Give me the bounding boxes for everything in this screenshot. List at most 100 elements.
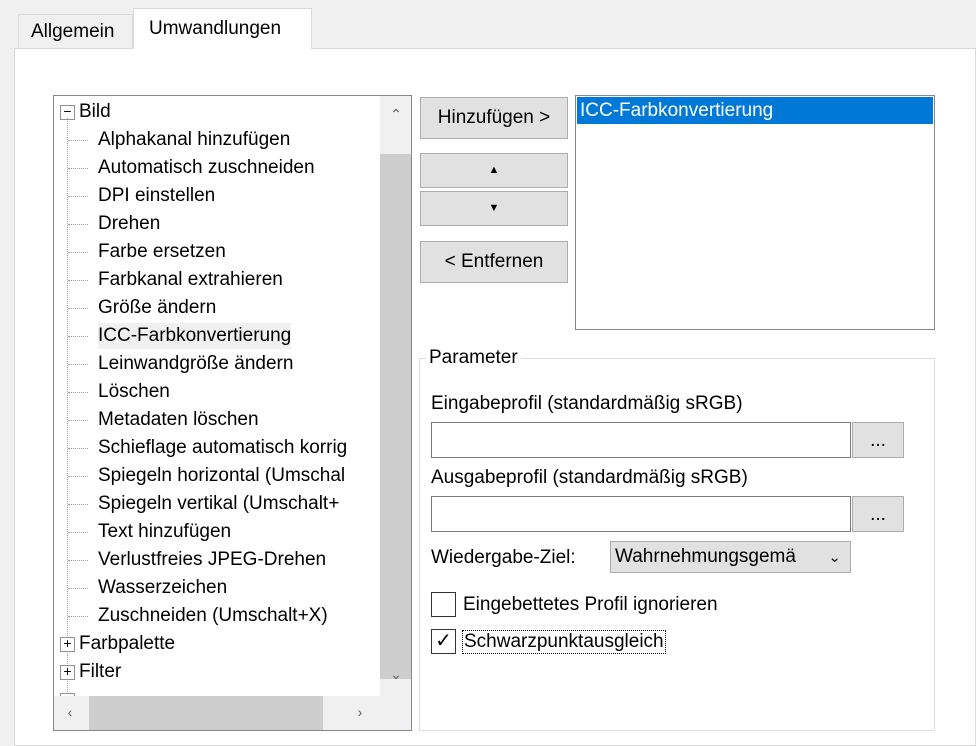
add-button[interactable]: Hinzufügen > <box>420 97 568 139</box>
tree-node-child[interactable]: Text hinzufügen <box>54 519 380 545</box>
tree-node-child[interactable]: Automatisch zuschneiden <box>54 155 380 181</box>
scroll-right-icon[interactable]: › <box>350 704 370 720</box>
tree-node-label: Automatisch zuschneiden <box>98 157 315 178</box>
scroll-left-icon[interactable]: ‹ <box>60 704 80 720</box>
tree-node-child[interactable]: Verlustfreies JPEG-Drehen <box>54 547 380 573</box>
tree-node-child[interactable]: Metadaten löschen <box>54 407 380 433</box>
tree-node-child[interactable]: Farbkanal extrahieren <box>54 267 380 293</box>
tree-node-child[interactable]: Schieflage automatisch korrig <box>54 435 380 461</box>
input-profile-field[interactable] <box>431 422 851 458</box>
tree-node-child[interactable]: DPI einstellen <box>54 183 380 209</box>
horizontal-scroll-thumb[interactable] <box>89 696 323 730</box>
tree-node-child[interactable]: Wasserzeichen <box>54 575 380 601</box>
tab-allgemein-label: Allgemein <box>31 21 115 42</box>
parameter-legend: Parameter <box>426 347 521 369</box>
tree-node-label: Text hinzufügen <box>98 521 232 542</box>
tab-umwandlungen-label: Umwandlungen <box>149 18 282 39</box>
tab-umwandlungen[interactable]: Umwandlungen <box>133 8 312 49</box>
tree-rows: − Bild + Farbpalette + Filter Alphakanal… <box>54 96 380 696</box>
vertical-scroll-thumb[interactable] <box>380 154 411 679</box>
tree-connector <box>68 196 88 197</box>
remove-button-label: < Entfernen <box>444 251 544 272</box>
tree-node-child[interactable]: Zuschneiden (Umschalt+X) <box>54 603 380 629</box>
tree-connector <box>68 420 88 421</box>
tree-node-label: Farbe ersetzen <box>98 241 226 262</box>
output-profile-label: Ausgabeprofil (standardmäßig sRGB) <box>431 467 748 488</box>
tree-node-label: Löschen <box>98 381 170 402</box>
remove-button[interactable]: < Entfernen <box>420 241 568 283</box>
intent-select[interactable]: Wahrnehmungsgemä ⌄ <box>610 541 851 573</box>
horizontal-scrollbar[interactable]: ‹ › <box>54 696 380 730</box>
tree-node-child[interactable]: Löschen <box>54 379 380 405</box>
browse-output-label: ... <box>870 504 886 525</box>
tree-node-label: Größe ändern <box>98 297 217 318</box>
tree-node-label: Bild <box>79 101 111 122</box>
tree-node-partial[interactable] <box>54 687 380 696</box>
add-button-label: Hinzufügen > <box>437 107 551 128</box>
ignore-profile-label: Eingebettetes Profil ignorieren <box>463 594 718 615</box>
tree-connector <box>68 224 88 225</box>
tree-node-farbpalette[interactable]: + Farbpalette <box>54 631 380 657</box>
move-down-button[interactable]: ▼ <box>420 191 568 226</box>
chevron-down-icon: ⌄ <box>828 549 841 566</box>
applied-transforms-list[interactable]: ICC-Farbkonvertierung <box>575 95 935 330</box>
tree-node-label: Zuschneiden (Umschalt+X) <box>98 605 328 626</box>
tree-connector <box>68 532 88 533</box>
tree-node-label: Spiegeln horizontal (Umschal <box>98 465 346 486</box>
tree-connector <box>68 448 88 449</box>
tree-node-label: Wasserzeichen <box>98 577 228 598</box>
tree-node-label: Verlustfreies JPEG-Drehen <box>98 549 327 570</box>
tab-allgemein[interactable]: Allgemein <box>18 14 133 48</box>
tree-node-child[interactable]: Spiegeln horizontal (Umschal <box>54 463 380 489</box>
tree-node-label: Farbpalette <box>79 633 176 654</box>
tree-node-child[interactable]: Farbe ersetzen <box>54 239 380 265</box>
browse-input-label: ... <box>870 430 886 451</box>
transform-tree[interactable]: − Bild + Farbpalette + Filter Alphakanal… <box>53 95 412 731</box>
ignore-profile-checkbox[interactable] <box>431 592 456 617</box>
tree-connector <box>68 504 88 505</box>
scroll-down-icon[interactable]: ⌄ <box>380 666 411 683</box>
tree-node-label: Farbkanal extrahieren <box>98 269 283 290</box>
browse-output-button[interactable]: ... <box>852 496 904 532</box>
tree-node-label: Drehen <box>98 213 161 234</box>
browse-input-button[interactable]: ... <box>852 422 904 458</box>
tree-connector <box>68 140 88 141</box>
arrow-up-icon: ▲ <box>488 164 500 176</box>
blackpoint-checkbox[interactable]: ✓ <box>431 629 456 654</box>
tree-node-child[interactable]: Alphakanal hinzufügen <box>54 127 380 153</box>
tree-node-child[interactable]: Spiegeln vertikal (Umschalt+ <box>54 491 380 517</box>
tree-node-label: Spiegeln vertikal (Umschalt+ <box>98 493 340 514</box>
tree-connector <box>68 560 88 561</box>
tree-connector <box>68 336 88 337</box>
tree-connector <box>68 364 88 365</box>
tree-node-label: DPI einstellen <box>98 185 216 206</box>
output-profile-field[interactable] <box>431 496 851 532</box>
tree-node-label: ICC-Farbkonvertierung <box>98 323 292 349</box>
intent-value: Wahrnehmungsgemä <box>615 546 796 567</box>
tree-node-child[interactable]: Drehen <box>54 211 380 237</box>
tree-connector <box>68 252 88 253</box>
scroll-up-icon[interactable]: ⌃ <box>380 106 411 123</box>
expand-icon[interactable]: + <box>60 664 75 680</box>
tree-connector <box>68 616 88 617</box>
tree-connector <box>68 168 88 169</box>
expand-icon[interactable]: + <box>60 636 75 652</box>
intent-label: Wiedergabe-Ziel: <box>431 547 576 568</box>
move-up-button[interactable]: ▲ <box>420 153 568 188</box>
tree-node-label: Metadaten löschen <box>98 409 259 430</box>
tree-connector <box>68 280 88 281</box>
tree-node-filter[interactable]: + Filter <box>54 659 380 685</box>
vertical-scrollbar[interactable]: ⌃ ⌄ <box>380 96 411 696</box>
tree-connector <box>68 588 88 589</box>
tree-node-child[interactable]: Leinwandgröße ändern <box>54 351 380 377</box>
tree-node-label: Alphakanal hinzufügen <box>98 129 291 150</box>
tree-connector <box>68 308 88 309</box>
tree-node-label: Schieflage automatisch korrig <box>98 437 348 458</box>
tree-node-child[interactable]: ICC-Farbkonvertierung <box>54 323 380 349</box>
tree-connector <box>68 392 88 393</box>
tree-node-child[interactable]: Größe ändern <box>54 295 380 321</box>
tree-node-label: Leinwandgröße ändern <box>98 353 294 374</box>
tree-node-label: Filter <box>79 661 122 682</box>
tree-node-bild[interactable]: − Bild <box>54 99 380 125</box>
list-item[interactable]: ICC-Farbkonvertierung <box>577 97 933 124</box>
